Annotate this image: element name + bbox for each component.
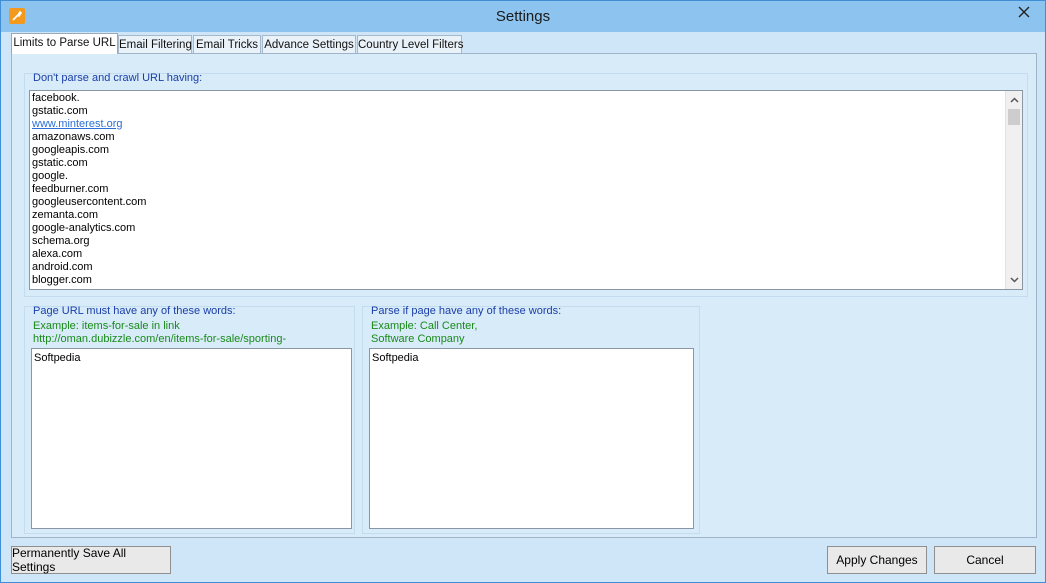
exclude-url-item[interactable]: blogger.com (30, 274, 1022, 287)
vertical-scrollbar[interactable] (1005, 91, 1022, 289)
tab-email-filtering[interactable]: Email Filtering (118, 35, 192, 53)
tab-advance-settings[interactable]: Advance Settings (262, 35, 356, 53)
apply-changes-button[interactable]: Apply Changes (827, 546, 927, 574)
save-all-settings-button[interactable]: Permanently Save All Settings (11, 546, 171, 574)
tab-limits-to-parse-url[interactable]: Limits to Parse URL (11, 33, 118, 54)
tab-panel: Don't parse and crawl URL having: facebo… (11, 53, 1037, 538)
exclude-url-item[interactable]: gstatic.com (30, 157, 1022, 170)
exclude-url-item[interactable]: zemanta.com (30, 209, 1022, 222)
exclude-url-item[interactable]: schema.org (30, 235, 1022, 248)
close-icon (1018, 6, 1030, 18)
url-words-group-label: Page URL must have any of these words: (33, 305, 236, 317)
url-words-group: Page URL must have any of these words: E… (24, 305, 355, 534)
page-words-textarea[interactable]: Softpedia (369, 348, 694, 529)
title-bar[interactable]: Settings (1, 1, 1045, 32)
exclude-url-list: facebook. gstatic.com www.minterest.org ama… (30, 91, 1022, 287)
cancel-button[interactable]: Cancel (934, 546, 1036, 574)
exclude-url-item[interactable]: googleusercontent.com (30, 196, 1022, 209)
exclude-url-item[interactable]: amazonaws.com (30, 131, 1022, 144)
exclude-url-item[interactable]: android.com (30, 261, 1022, 274)
tab-email-tricks[interactable]: Email Tricks (193, 35, 261, 53)
exclude-url-item[interactable]: alexa.com (30, 248, 1022, 261)
tab-country-level-filters[interactable]: Country Level Filters (357, 35, 463, 53)
close-button[interactable] (1007, 1, 1041, 23)
exclude-url-item[interactable]: www.minterest.org (30, 118, 1022, 131)
page-words-group-label: Parse if page have any of these words: (371, 305, 562, 317)
exclude-url-listbox[interactable]: facebook. gstatic.com www.minterest.org ama… (29, 90, 1023, 290)
exclude-url-item[interactable]: google-analytics.com (30, 222, 1022, 235)
settings-window: Settings Limits to Parse URL Email Filte… (0, 0, 1046, 583)
exclude-url-group: Don't parse and crawl URL having: facebo… (24, 72, 1028, 297)
exclude-url-item[interactable]: googleapis.com (30, 144, 1022, 157)
exclude-url-item[interactable]: gstatic.com (30, 105, 1022, 118)
page-words-group: Parse if page have any of these words: E… (362, 305, 700, 534)
page-words-example: Example: Call Center, Software Company (371, 320, 478, 345)
exclude-url-item[interactable]: facebook. (30, 92, 1022, 105)
exclude-url-group-label: Don't parse and crawl URL having: (33, 72, 203, 84)
scroll-down-icon[interactable] (1006, 272, 1022, 288)
exclude-url-item[interactable]: feedburner.com (30, 183, 1022, 196)
exclude-url-item[interactable]: google. (30, 170, 1022, 183)
scroll-up-icon[interactable] (1006, 92, 1022, 108)
scroll-thumb[interactable] (1008, 109, 1020, 125)
url-words-textarea[interactable]: Softpedia (31, 348, 352, 529)
url-words-example: Example: items-for-sale in link http://o… (33, 320, 287, 345)
window-title: Settings (495, 8, 551, 25)
